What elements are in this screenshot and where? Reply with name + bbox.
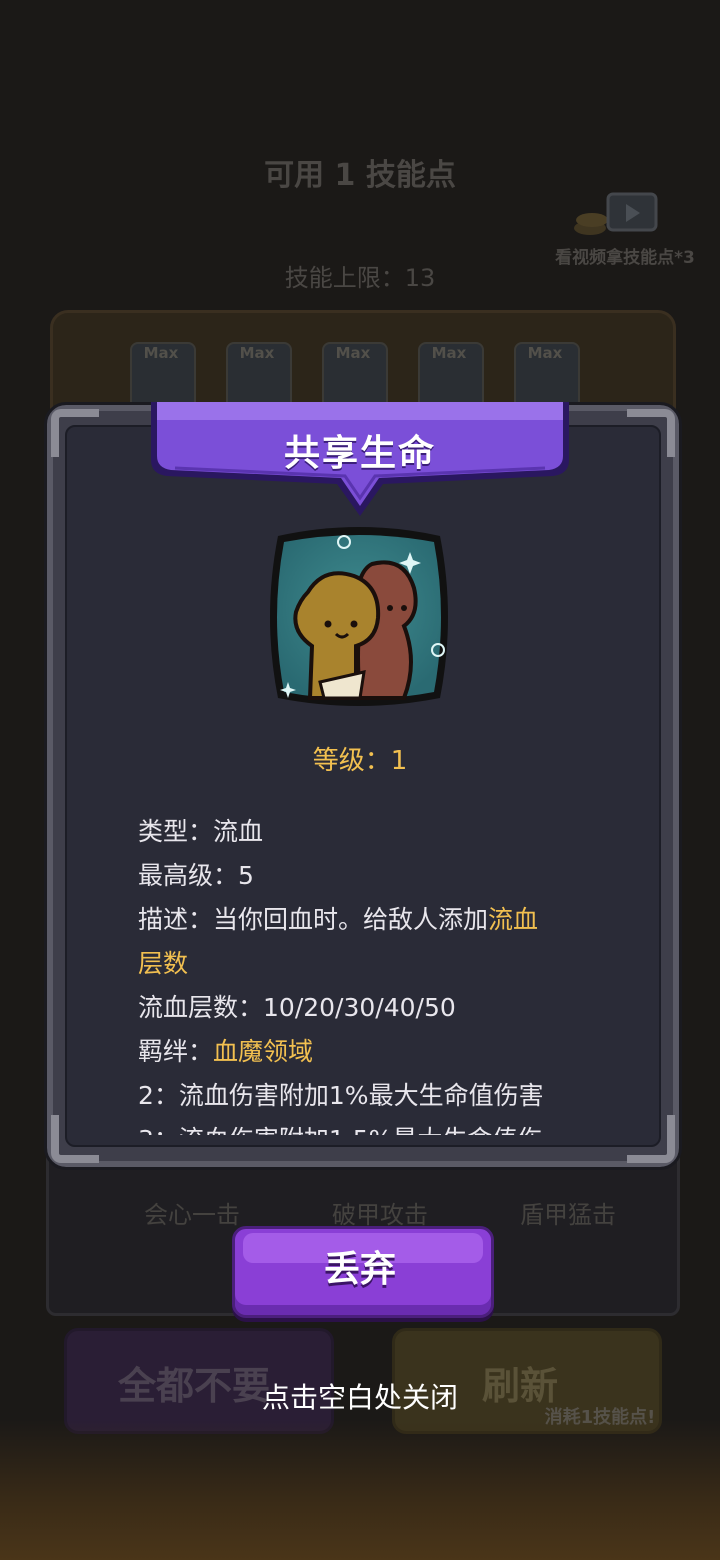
video-reward-icon[interactable] bbox=[570, 190, 660, 240]
type-value: 流血 bbox=[213, 817, 264, 846]
skill-option-shield-bash[interactable]: 盾甲猛击 bbox=[468, 1195, 668, 1230]
max-label: Max bbox=[239, 344, 275, 362]
max-level-value: 5 bbox=[238, 861, 254, 890]
description-label: 描述： bbox=[138, 905, 214, 934]
max-label: Max bbox=[431, 344, 467, 362]
max-label: Max bbox=[143, 344, 179, 362]
skill-title: 共享生命 bbox=[283, 433, 436, 474]
max-label: Max bbox=[335, 344, 371, 362]
skill-option-critical[interactable]: 会心一击 bbox=[92, 1195, 292, 1230]
max-level-label: 最高级： bbox=[138, 861, 239, 890]
bleed-keyword: 流血 bbox=[488, 905, 539, 934]
frame-corner bbox=[627, 1115, 675, 1163]
stacks-row: 流血层数：10/20/30/40/50 bbox=[138, 986, 583, 1030]
bond-tier-3: 3：流血伤害附加1.5%最大生命值伤 bbox=[138, 1118, 583, 1135]
available-points-text: 可用 1 技能点 bbox=[264, 158, 456, 193]
stacks-keyword: 层数 bbox=[138, 949, 189, 978]
frame-corner bbox=[51, 409, 99, 457]
type-row: 类型：流血 bbox=[138, 810, 583, 854]
background-floor bbox=[0, 1420, 720, 1560]
type-label: 类型： bbox=[138, 817, 214, 846]
description-text: 当你回血时。给敌人添加 bbox=[213, 905, 489, 934]
bond-label: 羁绊： bbox=[138, 1037, 214, 1066]
stacks-value: 10/20/30/40/50 bbox=[263, 993, 456, 1022]
discard-button-label: 丢弃 bbox=[323, 1249, 396, 1290]
description-row: 描述：当你回血时。给敌人添加流血 bbox=[138, 898, 583, 942]
skill-level: 等级：1 bbox=[312, 746, 408, 776]
skill-limit-text: 技能上限：13 bbox=[284, 264, 436, 292]
bond-value: 血魔领域 bbox=[213, 1037, 314, 1066]
stacks-label: 流血层数： bbox=[138, 993, 264, 1022]
bond-row: 羁绊：血魔领域 bbox=[138, 1030, 583, 1074]
max-level-row: 最高级：5 bbox=[138, 854, 583, 898]
close-hint[interactable]: 点击空白处关闭 bbox=[0, 1376, 720, 1416]
max-label: Max bbox=[527, 344, 563, 362]
bond-tier-2: 2：流血伤害附加1%最大生命值伤害 bbox=[138, 1081, 544, 1110]
description-row-cont: 层数 bbox=[138, 942, 583, 986]
shared-life-skill-icon bbox=[270, 527, 448, 706]
frame-corner bbox=[627, 409, 675, 457]
frame-corner bbox=[51, 1115, 99, 1163]
skill-description-scroll[interactable]: 类型：流血 最高级：5 描述：当你回血时。给敌人添加流血 层数 流血层数：10/… bbox=[138, 810, 583, 1135]
skill-option-armor-break[interactable]: 破甲攻击 bbox=[280, 1195, 480, 1230]
